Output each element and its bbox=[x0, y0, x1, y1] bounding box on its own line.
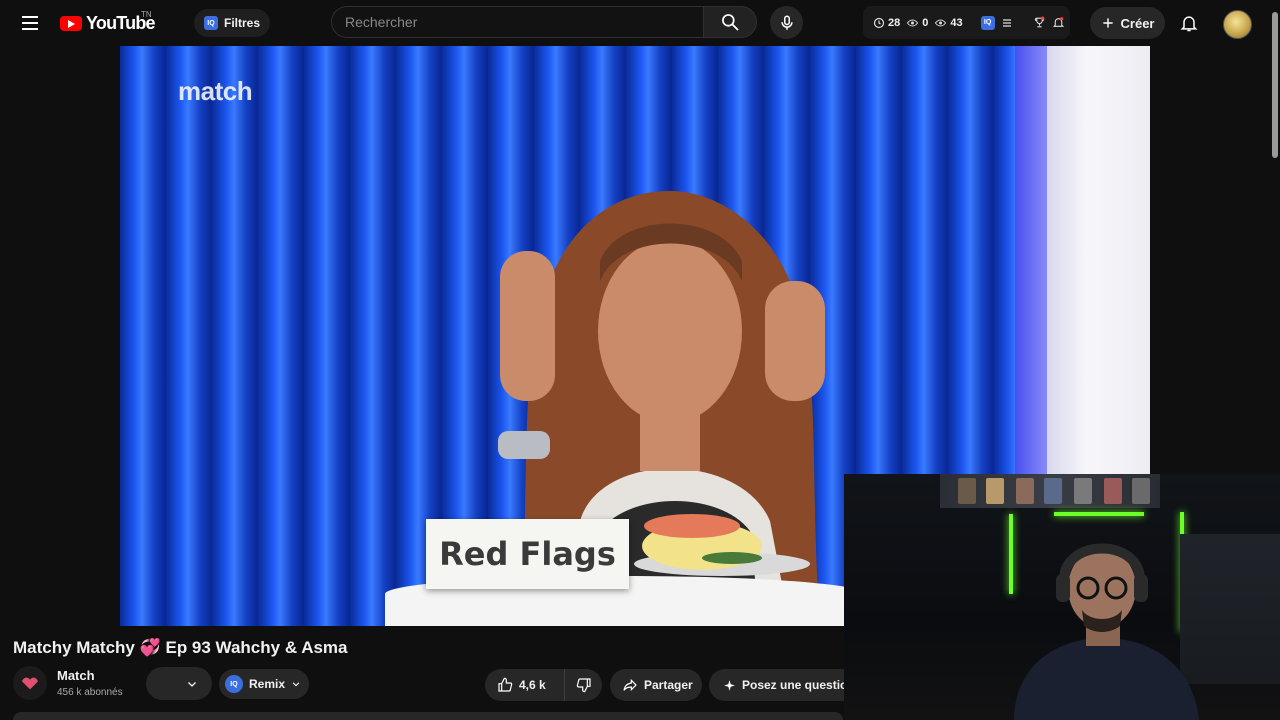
remix-button[interactable]: IQ Remix bbox=[219, 669, 309, 699]
remix-label: Remix bbox=[249, 677, 286, 691]
bell-alert-icon[interactable] bbox=[1052, 16, 1065, 29]
plus-icon bbox=[1102, 18, 1113, 28]
eye-icon bbox=[907, 18, 919, 27]
iq-extension-badge[interactable]: IQ bbox=[980, 15, 995, 30]
voice-search-button[interactable] bbox=[770, 6, 803, 39]
channel-watermark: match bbox=[178, 76, 253, 106]
views-a-count: 0 bbox=[922, 16, 929, 29]
mic-icon bbox=[780, 15, 793, 30]
notifications-button[interactable] bbox=[1176, 10, 1202, 36]
video-title: Matchy Matchy 💞 Ep 93 Wahchy & Asma bbox=[13, 638, 348, 657]
search-box bbox=[331, 6, 703, 38]
masthead: YouTube TN IQ Filtres 28 0 43 IQ Créer bbox=[0, 0, 1280, 46]
iq-badge: IQ bbox=[204, 16, 218, 30]
search-input[interactable] bbox=[332, 7, 703, 37]
like-button[interactable]: 4,6 k bbox=[485, 669, 565, 701]
user-avatar[interactable] bbox=[1223, 10, 1252, 39]
clock-icon bbox=[873, 17, 885, 28]
eye-icon bbox=[935, 18, 947, 27]
webcam-overlay bbox=[844, 474, 1280, 720]
filters-button[interactable]: IQ Filtres bbox=[194, 9, 271, 37]
sparkle-icon bbox=[724, 679, 735, 691]
country-code: TN bbox=[141, 10, 152, 19]
chevron-down-icon bbox=[292, 682, 300, 687]
iq-badge: IQ bbox=[225, 675, 243, 693]
menu-icon[interactable] bbox=[18, 11, 42, 35]
neon-light-top bbox=[1054, 512, 1144, 516]
like-count: 4,6 k bbox=[519, 678, 546, 692]
share-label: Partager bbox=[644, 678, 693, 692]
dislike-button[interactable] bbox=[565, 669, 602, 701]
thumbs-up-icon bbox=[498, 677, 513, 692]
views-stat-b[interactable]: 43 bbox=[934, 16, 963, 29]
create-button[interactable]: Créer bbox=[1090, 7, 1165, 39]
description-box[interactable] bbox=[13, 712, 843, 720]
extension-stats-bar: 28 0 43 IQ bbox=[863, 6, 1070, 39]
chevron-down-icon bbox=[188, 681, 196, 687]
subscriber-count: 456 k abonnés bbox=[57, 687, 123, 698]
bell-icon bbox=[1180, 16, 1198, 32]
channel-logo-icon bbox=[22, 677, 38, 690]
channel-name[interactable]: Match bbox=[57, 668, 95, 683]
subscription-dropdown[interactable] bbox=[146, 667, 212, 700]
like-dislike-group: 4,6 k bbox=[485, 669, 602, 701]
share-button[interactable]: Partager bbox=[610, 669, 702, 701]
search-button[interactable] bbox=[703, 6, 757, 38]
search-icon bbox=[722, 14, 739, 31]
trophy-icon[interactable] bbox=[1033, 16, 1046, 29]
thumbs-down-icon bbox=[576, 678, 591, 693]
page-scrollbar[interactable] bbox=[1272, 12, 1278, 158]
video-plate bbox=[634, 514, 810, 576]
channel-avatar[interactable] bbox=[13, 666, 47, 700]
views-stat-a[interactable]: 0 bbox=[906, 17, 928, 29]
views-b-count: 43 bbox=[950, 16, 963, 29]
youtube-logo-icon bbox=[60, 16, 82, 31]
webcam-shelf bbox=[940, 474, 1160, 508]
create-label: Créer bbox=[1120, 15, 1155, 31]
red-flags-sign: Red Flags bbox=[426, 519, 629, 589]
watch-time-stat[interactable]: 28 bbox=[873, 17, 900, 29]
list-icon[interactable] bbox=[1001, 17, 1013, 29]
streamer-figure bbox=[1014, 543, 1199, 720]
ask-question-button[interactable]: Posez une question bbox=[709, 669, 859, 701]
watch-count: 28 bbox=[888, 16, 901, 29]
ask-question-label: Posez une question bbox=[742, 678, 855, 692]
share-icon bbox=[623, 678, 637, 692]
filters-label: Filtres bbox=[224, 16, 261, 30]
